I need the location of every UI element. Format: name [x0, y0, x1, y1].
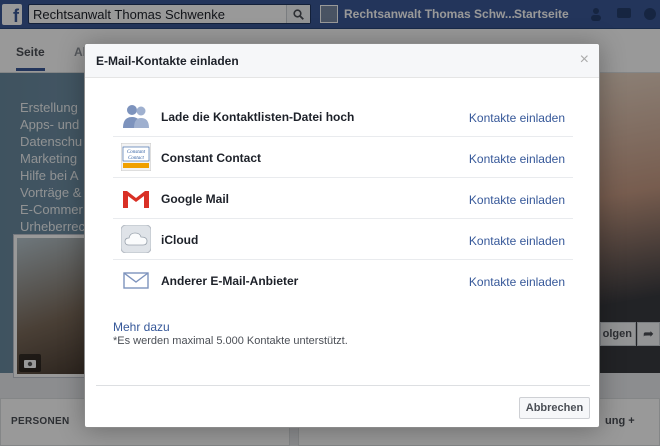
provider-row-constant-contact: Constant Contact Constant Contact Kontak… [113, 137, 573, 178]
provider-name: Anderer E-Mail-Anbieter [161, 274, 299, 288]
svg-text:Contact: Contact [128, 156, 144, 161]
invite-contacts-link[interactable]: Kontakte einladen [469, 193, 565, 207]
invite-email-contacts-dialog: E-Mail-Kontakte einladen × Lade die Kont… [84, 43, 600, 428]
invite-contacts-link[interactable]: Kontakte einladen [469, 275, 565, 289]
provider-list: Lade die Kontaktlisten-Datei hoch Kontak… [113, 96, 573, 301]
provider-name: Constant Contact [161, 151, 261, 165]
upload-contacts-icon [123, 105, 149, 128]
cancel-button[interactable]: Abbrechen [519, 397, 590, 419]
provider-name: Google Mail [161, 192, 230, 206]
contact-limit-note: *Es werden maximal 5.000 Kontakte unters… [113, 335, 348, 347]
invite-contacts-link[interactable]: Kontakte einladen [469, 111, 565, 125]
provider-name: iCloud [161, 233, 199, 247]
provider-row-upload: Lade die Kontaktlisten-Datei hoch Kontak… [113, 96, 573, 137]
invite-contacts-link[interactable]: Kontakte einladen [469, 152, 565, 166]
footer-divider [96, 385, 590, 386]
provider-row-gmail: Google Mail Kontakte einladen [113, 178, 573, 219]
learn-more-link[interactable]: Mehr dazu [113, 320, 170, 334]
provider-row-other: Anderer E-Mail-Anbieter Kontakte einlade… [113, 260, 573, 301]
constant-contact-icon: Constant Contact [121, 143, 151, 171]
provider-row-icloud: iCloud Kontakte einladen [113, 219, 573, 260]
envelope-icon [123, 272, 149, 289]
icloud-icon [121, 225, 151, 253]
dialog-title: E-Mail-Kontakte einladen [96, 54, 239, 68]
dialog-header: E-Mail-Kontakte einladen × [85, 44, 599, 78]
provider-name: Lade die Kontaktlisten-Datei hoch [161, 110, 355, 124]
svg-text:Constant: Constant [127, 150, 146, 155]
close-icon[interactable]: × [580, 52, 589, 68]
invite-contacts-link[interactable]: Kontakte einladen [469, 234, 565, 248]
gmail-icon [122, 189, 150, 208]
